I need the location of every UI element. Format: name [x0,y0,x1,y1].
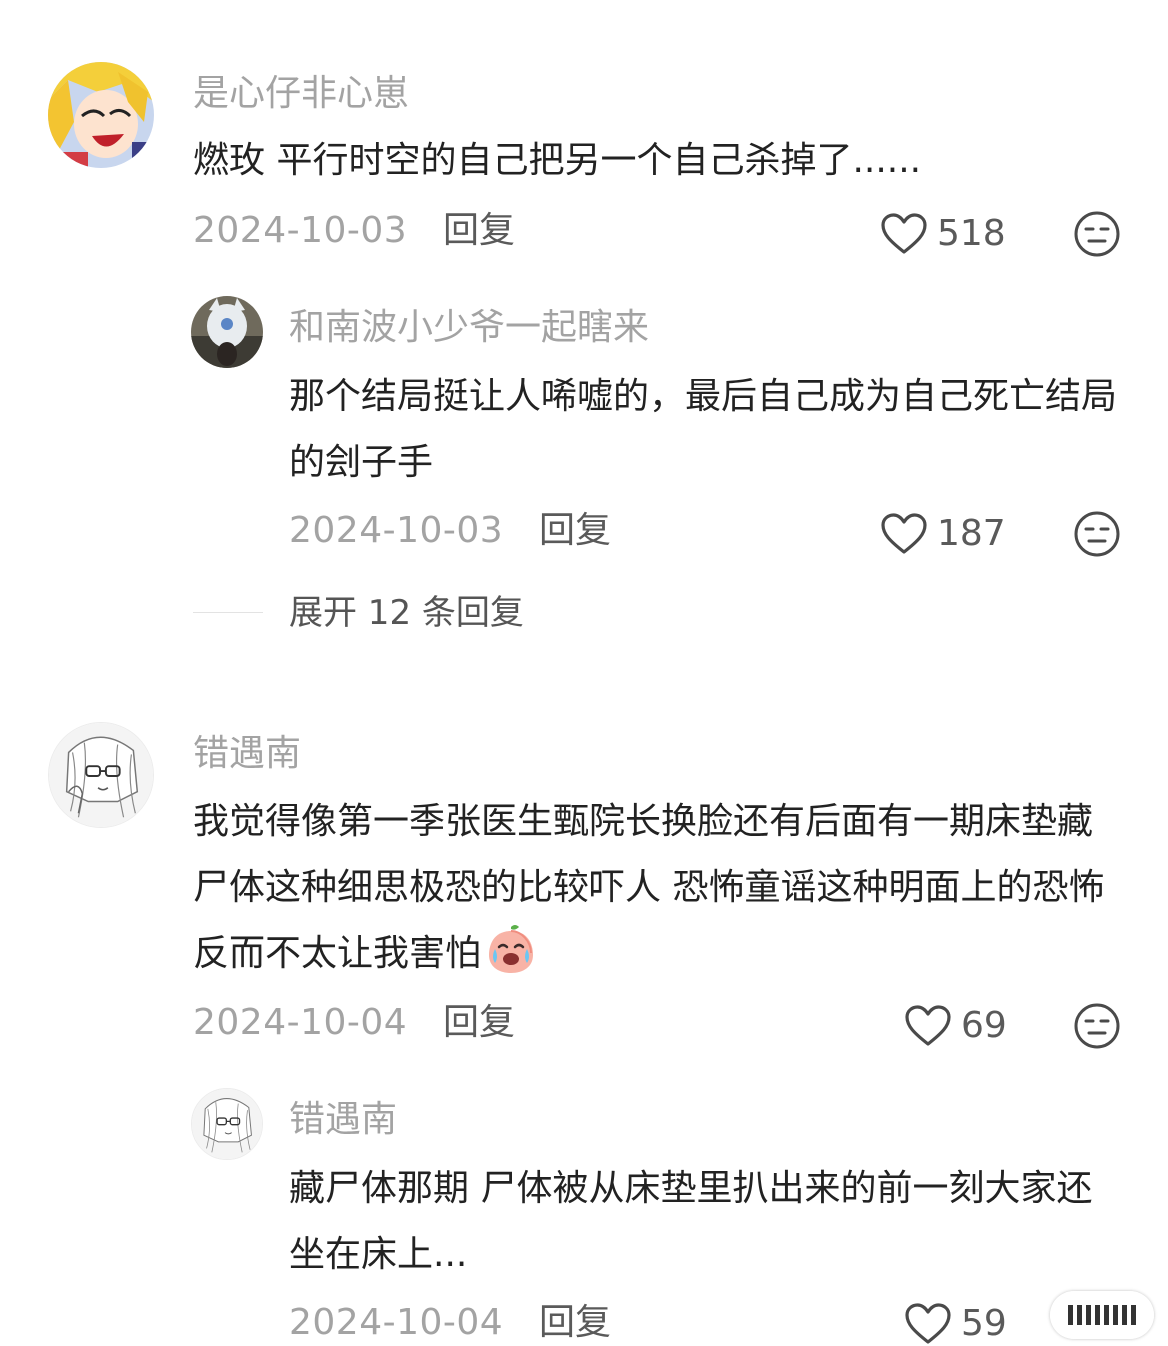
comment-username[interactable]: 是心仔非心崽 [193,72,409,116]
expand-replies-button[interactable]: 展开 12 条回复 [289,591,524,635]
expand-divider [193,612,263,613]
like-count: 69 [961,1005,1007,1046]
reply-button[interactable]: 回复 [539,1301,611,1345]
neutral-face-icon[interactable] [1073,210,1121,258]
avatar-image [49,723,153,827]
avatar[interactable] [191,1088,263,1160]
avatar[interactable] [48,722,154,828]
neutral-face-icon[interactable] [1073,510,1121,558]
comment-text: 我觉得像第一季张医生甄院长换脸还有后面有一期床垫藏尸体这种细思极恐的比较吓人 恐… [193,789,1128,987]
reply-username[interactable]: 和南波小少爷一起瞎来 [289,306,649,350]
reply-text: 藏尸体那期 尸体被从床垫里扒出来的前一刻大家还坐在床上... [289,1168,1093,1275]
reply-button[interactable]: 回复 [443,209,515,253]
heart-outline-icon[interactable] [880,512,928,556]
comment-date: 2024-10-03 [193,210,408,251]
comment-text-body: 我觉得像第一季张医生甄院长换脸还有后面有一期床垫藏尸体这种细思极恐的比较吓人 恐… [193,801,1105,974]
heart-outline-icon[interactable] [904,1302,952,1346]
weibo-watermark-icon [1050,1291,1154,1339]
heart-outline-icon[interactable] [904,1004,952,1048]
reply-text: 那个结局挺让人唏嘘的，最后自己成为自己死亡结局的刽子手 [289,376,1118,483]
crying-peach-emoji [489,925,534,973]
comment-username[interactable]: 错遇南 [193,732,301,776]
reply-button[interactable]: 回复 [443,1001,515,1045]
reply-button[interactable]: 回复 [539,509,611,553]
avatar[interactable] [48,62,154,168]
avatar-image [192,1089,262,1159]
reply-date: 2024-10-03 [289,510,504,551]
comment-text: 燃玫 平行时空的自己把另一个自己杀掉了...... [193,140,922,181]
like-count: 187 [937,513,1006,554]
avatar[interactable] [191,296,263,368]
like-count: 518 [937,213,1006,254]
avatar-image [191,296,263,368]
watermark-glyph [1068,1305,1136,1325]
reply-username[interactable]: 错遇南 [289,1098,397,1142]
heart-outline-icon[interactable] [880,212,928,256]
neutral-face-icon[interactable] [1073,1002,1121,1050]
reply-date: 2024-10-04 [289,1302,504,1343]
comment-date: 2024-10-04 [193,1002,408,1043]
avatar-image [48,62,154,168]
like-count: 59 [961,1303,1007,1344]
